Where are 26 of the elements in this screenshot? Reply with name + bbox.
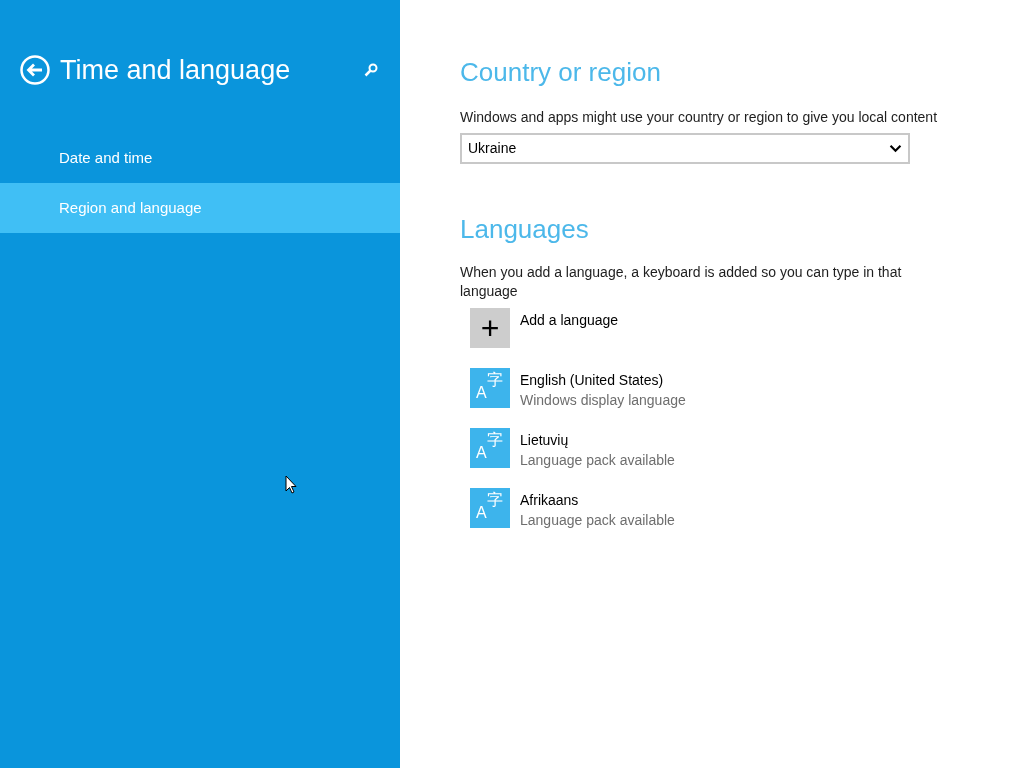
back-icon	[20, 55, 50, 85]
dropdown-value: Ukraine	[468, 139, 517, 158]
back-button[interactable]	[20, 55, 50, 85]
cursor-icon	[285, 475, 297, 494]
language-item[interactable]: A 字 Lietuvių Language pack available	[470, 428, 1024, 488]
language-status: Language pack available	[520, 511, 675, 530]
chevron-down-icon	[889, 144, 902, 153]
section-heading: Languages	[460, 214, 590, 244]
section-heading: Country or region	[460, 57, 662, 87]
section-description: When you add a language, a keyboard is added so you can type in that language	[460, 263, 903, 301]
language-name: English (United States)	[520, 371, 665, 390]
search-icon[interactable]	[364, 63, 378, 77]
language-item[interactable]: A 字 Afrikaans Language pack available	[470, 488, 1024, 548]
language-icon: A 字	[470, 428, 510, 468]
language-name: Lietuvių	[520, 431, 570, 450]
section-description: Windows and apps might use your country or region to give you local content	[460, 108, 939, 127]
language-item[interactable]: A 字 English (United States) Windows display language	[470, 368, 1024, 428]
language-status: Language pack available	[520, 451, 675, 470]
language-icon: A 字	[470, 488, 510, 528]
language-status: Windows display language	[520, 391, 686, 410]
language-icon: A 字	[470, 368, 510, 408]
country-dropdown[interactable]: Ukraine	[460, 133, 910, 164]
add-language-button[interactable]: +	[470, 308, 510, 348]
sidebar-title: Time and language	[60, 56, 291, 84]
language-name: Afrikaans	[520, 491, 580, 510]
add-language-label: Add a language	[520, 311, 619, 330]
